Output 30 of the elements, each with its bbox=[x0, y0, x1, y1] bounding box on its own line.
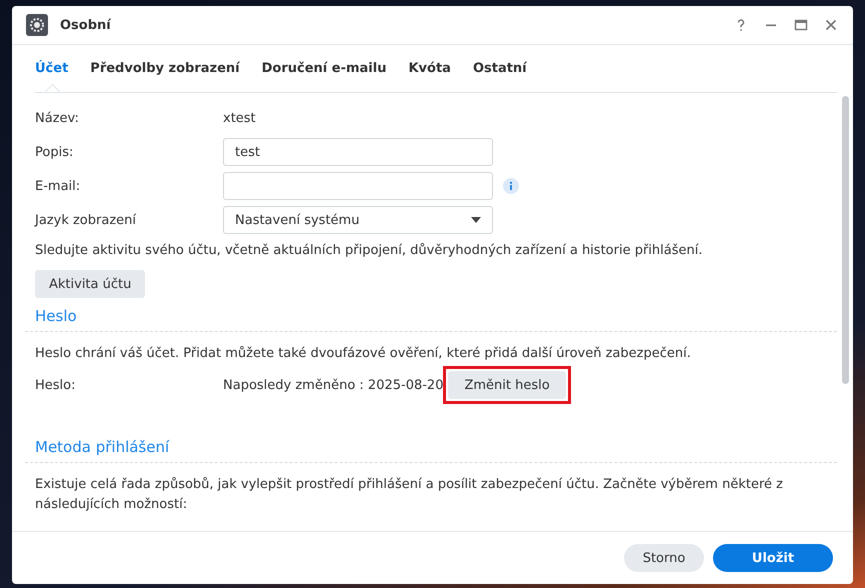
field-label: Heslo: bbox=[35, 378, 76, 392]
tab[interactable]: Kvóta bbox=[408, 59, 451, 92]
close-icon[interactable] bbox=[823, 17, 839, 33]
field-label: Popis: bbox=[35, 144, 74, 160]
activity-button[interactable]: Aktivita účtu bbox=[35, 270, 146, 298]
description-text: Sledujte aktivitu svého účtu, včetně aktuálních připojení, důvěryhodných zařízení a historie přihlášení. bbox=[35, 242, 704, 260]
window-title: Osobní bbox=[60, 18, 112, 32]
caret-icon bbox=[471, 217, 481, 223]
maximize-icon[interactable] bbox=[793, 17, 809, 33]
tab[interactable]: Předvolby zobrazení bbox=[90, 59, 240, 92]
field-label: E-mail: bbox=[35, 178, 82, 194]
description-text: Heslo chrání váš účet. Přidat můžete také dvoufázové ověření, které přidá další úroveň zabezpečení. bbox=[35, 345, 692, 363]
field-value: Naposledy změněno : 2025-08-20 bbox=[223, 378, 444, 392]
info-icon[interactable] bbox=[503, 178, 519, 194]
cancel-button[interactable]: Storno bbox=[624, 544, 704, 572]
input-field[interactable] bbox=[223, 172, 493, 200]
change-password-button[interactable]: Změnit heslo bbox=[448, 371, 566, 399]
description-text: Existuje celá řada způsobů, jak vylepšit prostředí přihlášení a posílit zabezpečení účtu. Začněte výběrem některé z následujících možností: bbox=[35, 476, 783, 514]
tab[interactable]: Doručení e-mailu bbox=[262, 59, 386, 92]
field-label: Název: bbox=[35, 110, 80, 126]
scrollbar[interactable] bbox=[842, 96, 849, 384]
section-heading: Metoda přihlášení bbox=[25, 438, 837, 463]
save-button[interactable]: Uložit bbox=[713, 544, 833, 572]
input-field[interactable]: test bbox=[223, 138, 493, 166]
dropdown[interactable]: Nastavení systému bbox=[223, 206, 493, 234]
tab[interactable]: Ostatní bbox=[472, 59, 527, 92]
gear-icon bbox=[26, 14, 48, 36]
section-heading: Heslo bbox=[25, 307, 837, 332]
field-value: xtest bbox=[223, 110, 256, 126]
field-label: Jazyk zobrazení bbox=[35, 212, 138, 228]
